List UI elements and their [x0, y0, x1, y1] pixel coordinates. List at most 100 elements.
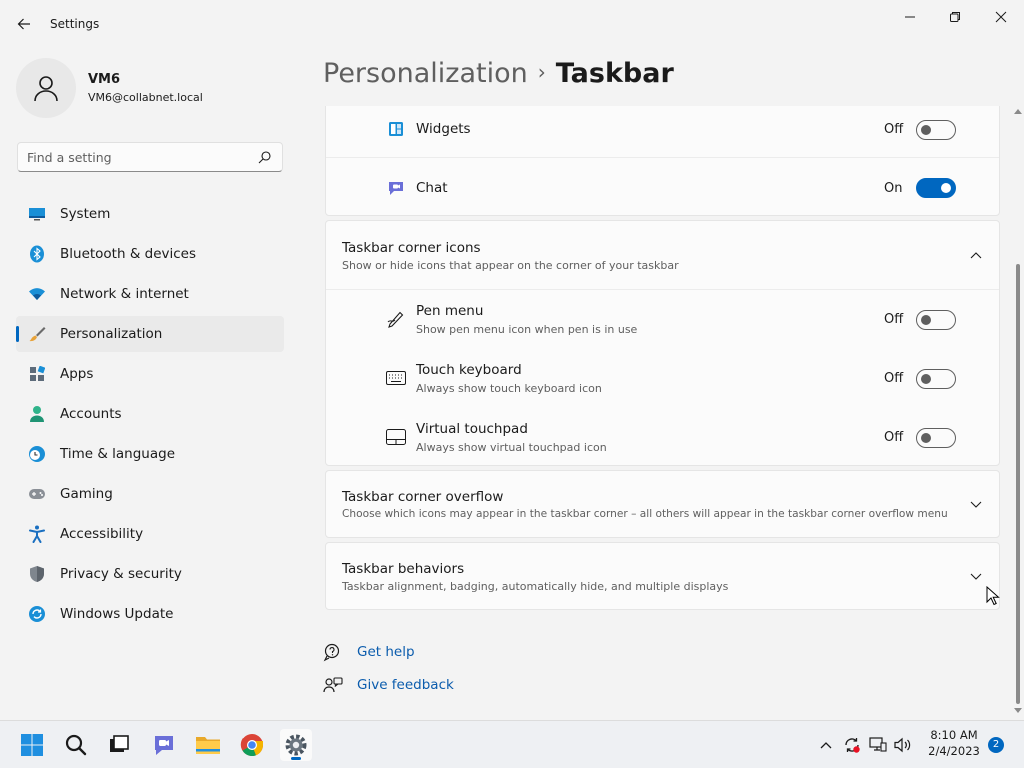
selection-indicator — [16, 326, 19, 342]
touch-keyboard-toggle[interactable] — [916, 369, 956, 389]
chrome-icon — [240, 734, 264, 757]
taskbar-corner-overflow-card[interactable]: Taskbar corner overflow Choose which ico… — [325, 470, 1000, 538]
toggle-knob — [941, 183, 951, 193]
file-explorer-button[interactable] — [192, 729, 224, 761]
start-icon — [21, 734, 43, 756]
sidebar-item-accessibility[interactable]: Accessibility — [16, 516, 284, 552]
active-app-indicator — [291, 757, 301, 760]
setting-row-chat[interactable]: Chat On — [326, 158, 999, 216]
search-icon[interactable] — [258, 150, 272, 164]
chevron-up-icon[interactable] — [968, 247, 984, 263]
maximize-button[interactable] — [940, 8, 970, 26]
tray-network-button[interactable] — [866, 731, 890, 759]
setting-description: Always show touch keyboard icon — [416, 382, 602, 395]
toggle-knob — [921, 374, 931, 384]
apps-icon — [28, 365, 46, 383]
show-hidden-icons-button[interactable] — [814, 731, 838, 759]
section-title: Taskbar corner overflow — [342, 489, 504, 505]
task-view-button[interactable] — [103, 729, 135, 761]
sidebar-item-bluetooth[interactable]: Bluetooth & devices — [16, 236, 284, 272]
virtual-touchpad-toggle[interactable] — [916, 428, 956, 448]
pen-menu-toggle[interactable] — [916, 310, 956, 330]
chrome-button[interactable] — [236, 729, 268, 761]
chat-toggle[interactable] — [916, 178, 956, 198]
search-icon — [65, 734, 87, 756]
content-scrollbar[interactable] — [1013, 106, 1023, 718]
clock-date: 2/4/2023 — [928, 744, 980, 758]
search-input[interactable] — [27, 143, 252, 171]
sidebar-item-accounts[interactable]: Accounts — [16, 396, 284, 432]
sidebar-item-personalization[interactable]: Personalization — [16, 316, 284, 352]
back-button[interactable] — [14, 14, 34, 34]
scrollbar-thumb[interactable] — [1016, 264, 1020, 704]
sidebar-item-label: System — [60, 206, 111, 222]
setting-row-pen-menu[interactable]: Pen menu Show pen menu icon when pen is … — [326, 290, 999, 349]
give-feedback-text[interactable]: Give feedback — [357, 677, 454, 693]
sidebar-item-windows-update[interactable]: Windows Update — [16, 596, 284, 632]
feedback-icon — [323, 677, 343, 693]
chat-icon — [386, 178, 406, 198]
taskbar-behaviors-card[interactable]: Taskbar behaviors Taskbar alignment, bad… — [325, 542, 1000, 610]
scroll-down-arrow-icon[interactable] — [1014, 708, 1022, 714]
search-box[interactable] — [17, 142, 283, 172]
taskbar-corner-icons-header[interactable]: Taskbar corner icons Show or hide icons … — [326, 221, 999, 289]
get-help-link[interactable]: Get help — [323, 641, 523, 665]
close-button[interactable] — [986, 8, 1016, 26]
section-title: Taskbar corner icons — [342, 240, 481, 256]
settings-app-button[interactable] — [280, 729, 312, 761]
setting-label: Pen menu — [416, 303, 484, 319]
start-button[interactable] — [16, 729, 48, 761]
setting-description: Always show virtual touchpad icon — [416, 441, 607, 454]
setting-row-touch-keyboard[interactable]: Touch keyboard Always show touch keyboar… — [326, 349, 999, 408]
brush-icon — [28, 325, 46, 343]
section-subtitle: Taskbar alignment, badging, automaticall… — [342, 580, 729, 593]
user-name: VM6 — [88, 72, 121, 87]
sidebar-item-system[interactable]: System — [16, 196, 284, 232]
teams-chat-icon — [155, 736, 173, 755]
widgets-toggle[interactable] — [916, 120, 956, 140]
tray-volume-button[interactable] — [891, 731, 915, 759]
accessibility-icon — [28, 525, 46, 543]
update-icon — [28, 605, 46, 623]
scroll-up-arrow-icon[interactable] — [1014, 108, 1022, 114]
minimize-button[interactable] — [895, 8, 925, 26]
sidebar-item-label: Accessibility — [60, 526, 144, 542]
settings-icon — [285, 734, 307, 756]
tray-sync-button[interactable] — [840, 731, 864, 759]
gamepad-icon — [28, 485, 46, 503]
sidebar-item-label: Gaming — [60, 486, 113, 502]
taskbar-search-button[interactable] — [60, 729, 92, 761]
user-email: VM6@collabnet.local — [88, 91, 203, 104]
sidebar-item-privacy[interactable]: Privacy & security — [16, 556, 284, 592]
volume-icon — [894, 737, 911, 753]
give-feedback-link[interactable]: Give feedback — [323, 674, 523, 698]
chevron-down-icon[interactable] — [968, 569, 984, 585]
bluetooth-icon — [28, 245, 46, 263]
clock-globe-icon — [28, 445, 46, 463]
setting-row-widgets[interactable]: Widgets Off — [326, 106, 999, 156]
sidebar-item-gaming[interactable]: Gaming — [16, 476, 284, 512]
toggle-state-text: Off — [884, 371, 904, 386]
setting-description: Show pen menu icon when pen is in use — [416, 323, 638, 336]
breadcrumb-separator: › — [537, 60, 546, 84]
minimize-icon — [905, 16, 915, 18]
notification-badge[interactable]: 2 — [988, 737, 1004, 753]
taskbar-clock[interactable]: 8:10 AM 2/4/2023 — [920, 727, 988, 759]
sidebar-item-network[interactable]: Network & internet — [16, 276, 284, 312]
setting-row-virtual-touchpad[interactable]: Virtual touchpad Always show virtual tou… — [326, 408, 999, 466]
user-profile[interactable]: VM6 VM6@collabnet.local — [16, 58, 286, 118]
sidebar-item-apps[interactable]: Apps — [16, 356, 284, 392]
get-help-text[interactable]: Get help — [357, 644, 415, 660]
taskbar-items-card: Widgets Off Chat On — [325, 106, 1000, 216]
sidebar-item-label: Personalization — [60, 326, 163, 342]
teams-chat-button[interactable] — [148, 729, 180, 761]
breadcrumb-parent[interactable]: Personalization — [323, 58, 528, 89]
widgets-icon — [386, 119, 406, 139]
sidebar-item-time-language[interactable]: Time & language — [16, 436, 284, 472]
section-subtitle: Choose which icons may appear in the tas… — [342, 508, 948, 520]
account-icon — [28, 405, 46, 423]
title-bar: Settings — [0, 0, 1024, 48]
chevron-up-icon — [820, 742, 832, 749]
chevron-down-icon[interactable] — [968, 497, 984, 513]
setting-label: Widgets — [416, 121, 471, 137]
